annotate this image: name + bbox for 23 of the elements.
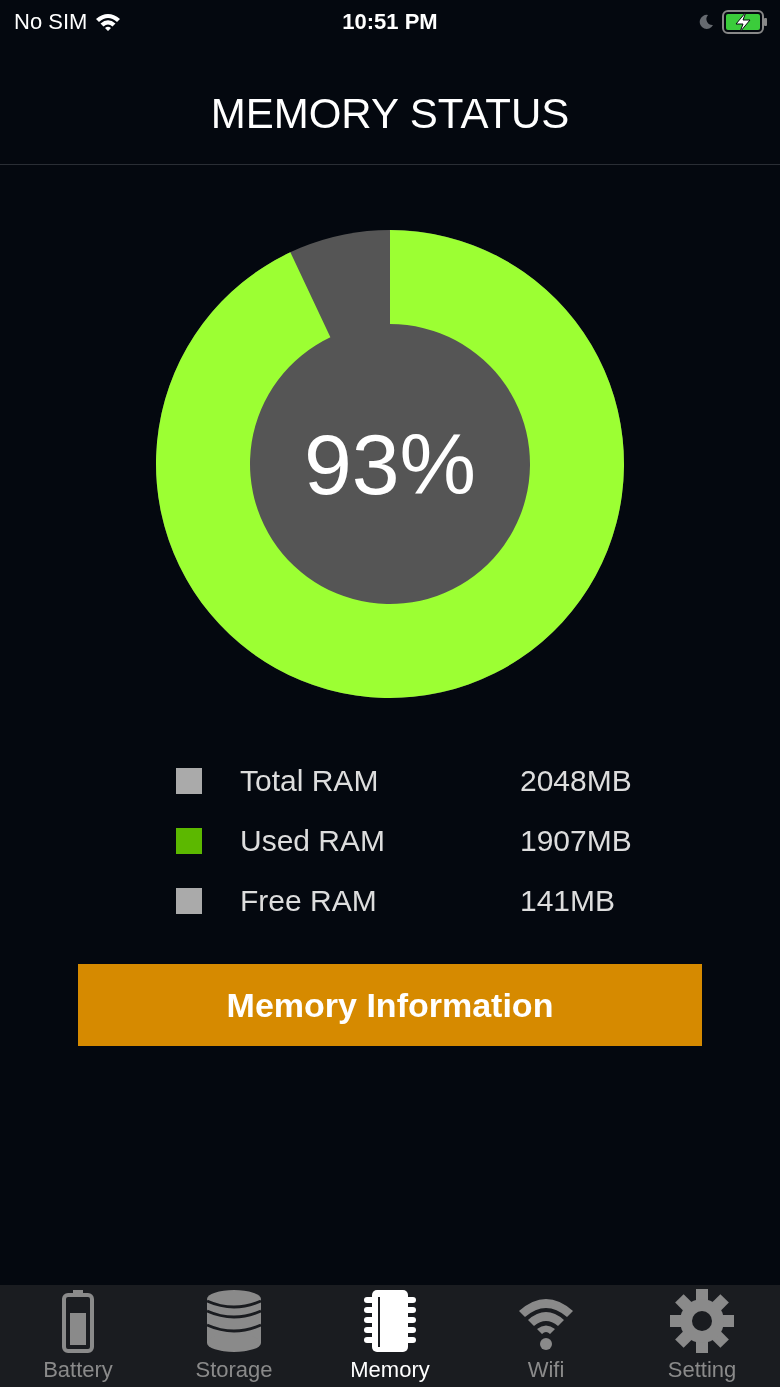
legend-label: Used RAM — [240, 824, 387, 858]
tab[interactable]: Memory — [312, 1285, 468, 1387]
legend-value: 2048MB — [520, 764, 632, 798]
percentage-text: 93% — [303, 414, 477, 514]
battery-icon — [61, 1289, 95, 1353]
legend-value: 141MB — [520, 884, 616, 918]
legend-value: 1907MB — [520, 824, 632, 858]
legend-label: Free RAM — [240, 884, 378, 918]
carrier-text: No SIM — [14, 9, 88, 35]
tab[interactable]: Storage — [156, 1285, 312, 1387]
legend-label: Total RAM — [240, 764, 380, 798]
tab[interactable]: Wifi — [468, 1285, 624, 1387]
database-icon — [206, 1289, 262, 1353]
wifi-signal-icon — [95, 12, 122, 32]
chip-icon — [362, 1289, 418, 1353]
tab[interactable]: Battery — [0, 1285, 156, 1387]
settings-icon — [670, 1289, 734, 1353]
memory-information-button[interactable]: Memory Information — [78, 964, 702, 1046]
page-title: MEMORY STATUS — [210, 89, 570, 138]
battery-charging-icon — [722, 10, 768, 34]
clock-text: 10:51 PM — [342, 9, 438, 35]
moon-icon — [698, 14, 714, 30]
tab[interactable]: Setting — [624, 1285, 780, 1387]
